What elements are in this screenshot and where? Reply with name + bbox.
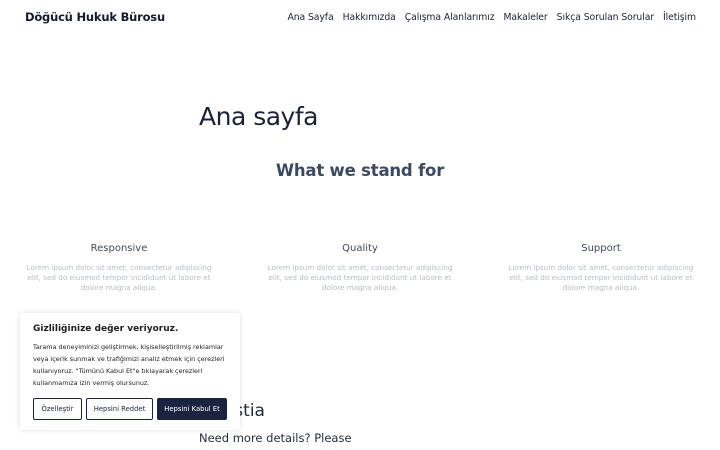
nav-item-sss[interactable]: Sıkça Sorulan Sorular <box>557 12 654 23</box>
cookie-buttons: Özelleştir Hepsini Reddet Hepsini Kabul … <box>33 398 227 420</box>
page-title: Ana sayfa <box>199 102 318 131</box>
site-brand[interactable]: Döğücü Hukuk Bürosu <box>25 10 165 24</box>
nav-item-ana-sayfa[interactable]: Ana Sayfa <box>288 12 334 23</box>
feature-title: Support <box>581 243 621 254</box>
section-title: What we stand for <box>275 161 445 180</box>
main-nav: Ana Sayfa Hakkımızda Çalışma Alanlarımız… <box>288 12 697 23</box>
nav-item-makaleler[interactable]: Makaleler <box>503 12 547 23</box>
nav-item-calisma-alanlarimiz[interactable]: Çalışma Alanlarımız <box>405 12 495 23</box>
site-header: Döğücü Hukuk Bürosu Ana Sayfa Hakkımızda… <box>0 0 720 36</box>
feature-text: Lorem ipsum dolor sit amet, consectetur … <box>26 263 212 292</box>
nav-item-iletisim[interactable]: İletişim <box>663 12 696 23</box>
reject-all-button[interactable]: Hepsini Reddet <box>86 398 153 420</box>
feature-support: Support Lorem ipsum dolor sit amet, cons… <box>501 243 701 293</box>
accept-all-button[interactable]: Hepsini Kabul Et <box>157 398 227 420</box>
nav-item-hakkimizda[interactable]: Hakkımızda <box>343 12 396 23</box>
customize-button[interactable]: Özelleştir <box>33 398 82 420</box>
feature-title: Quality <box>342 243 378 254</box>
feature-text: Lorem ipsum dolor sit amet, consectetur … <box>267 263 453 292</box>
cookie-title: Gizliliğinize değer veriyoruz. <box>33 324 179 334</box>
feature-title: Responsive <box>90 243 148 254</box>
cookie-consent-banner: Gizliliğinize değer veriyoruz. Tarama de… <box>20 313 240 430</box>
feature-responsive: Responsive Lorem ipsum dolor sit amet, c… <box>19 243 219 293</box>
about-text: Need more details? Please <box>199 431 352 445</box>
feature-text: Lorem ipsum dolor sit amet, consectetur … <box>508 263 694 292</box>
cookie-text: Tarama deneyiminizi geliştirmek, kişisel… <box>33 343 225 387</box>
feature-quality: Quality Lorem ipsum dolor sit amet, cons… <box>260 243 460 293</box>
